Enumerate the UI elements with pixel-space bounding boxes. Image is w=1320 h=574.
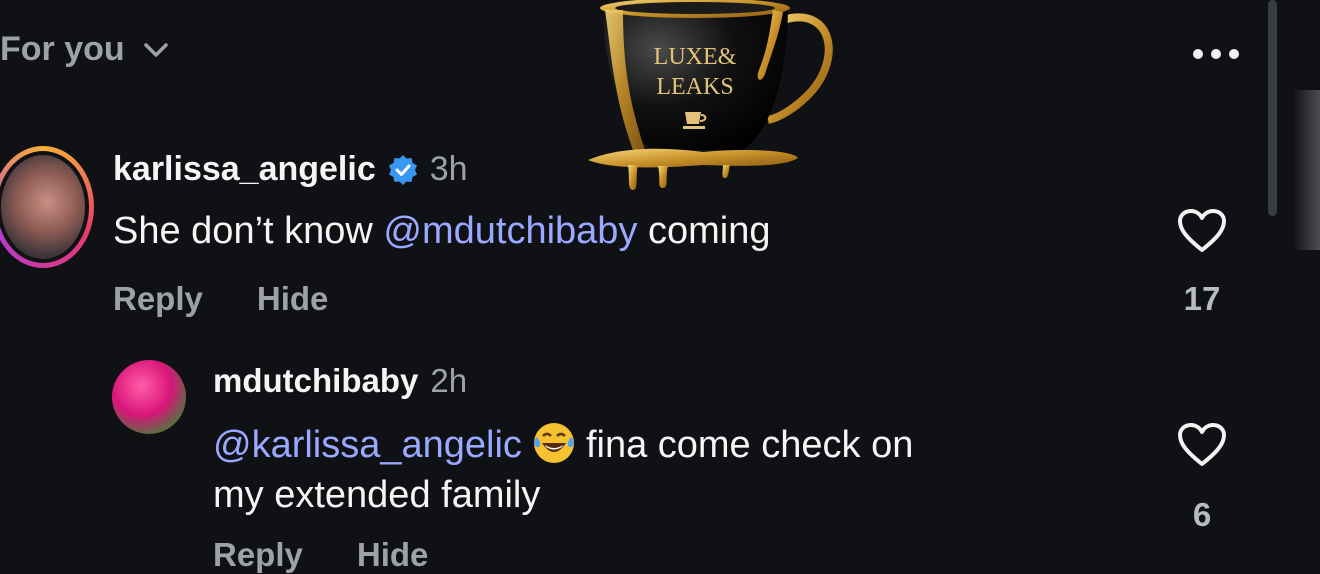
like-count: 6: [1192, 496, 1212, 533]
feed-filter-dropdown[interactable]: For you: [0, 30, 171, 69]
luxe-leaks-logo: LUXE& LEAKS: [588, 0, 833, 190]
comment-text-part: fina come check on: [585, 424, 914, 466]
logo-line1: LUXE&: [654, 44, 737, 70]
more-horizontal-icon: [1193, 49, 1239, 59]
mention-link[interactable]: @mdutchibaby: [383, 210, 637, 252]
comment-text: She don’t know @mdutchibaby coming: [113, 210, 771, 253]
comment-actions: Reply Hide: [213, 536, 428, 574]
mention-link[interactable]: @karlissa_angelic: [213, 424, 522, 466]
avatar[interactable]: [112, 360, 186, 434]
hide-button[interactable]: Hide: [257, 280, 329, 318]
chevron-down-icon: [143, 42, 168, 57]
verified-badge-icon: [388, 154, 417, 185]
more-options-button[interactable]: [1186, 34, 1246, 74]
like-heart-icon[interactable]: [1177, 422, 1227, 468]
hide-button[interactable]: Hide: [357, 536, 429, 574]
comment-text-prefix: She don’t know: [113, 210, 384, 252]
feed-filter-label: For you: [0, 30, 125, 68]
like-count: 17: [1183, 280, 1221, 317]
laughing-tears-emoji-icon: [533, 423, 574, 463]
reply-button[interactable]: Reply: [213, 536, 303, 574]
comment-timestamp: 3h: [429, 150, 468, 188]
comment-text: @karlissa_angelic fina come check on my …: [213, 420, 1113, 520]
username[interactable]: mdutchibaby: [213, 362, 418, 400]
comment-text-suffix: coming: [637, 210, 771, 252]
comment-timestamp: 2h: [430, 362, 468, 399]
username[interactable]: karlissa_angelic: [113, 150, 376, 189]
scrollbar[interactable]: [1268, 0, 1277, 216]
comment-text-line2: my extended family: [213, 474, 541, 516]
edge-glow: [1292, 90, 1320, 250]
avatar: [1, 155, 85, 259]
reply-button[interactable]: Reply: [113, 280, 203, 318]
like-heart-icon[interactable]: [1177, 208, 1227, 254]
comment-header: karlissa_angelic 3h: [113, 150, 468, 189]
avatar-story-ring[interactable]: [0, 146, 94, 268]
logo-line2: LEAKS: [656, 74, 733, 100]
comment-actions: Reply Hide: [113, 280, 328, 318]
comment-header: mdutchibaby 2h: [213, 362, 467, 400]
